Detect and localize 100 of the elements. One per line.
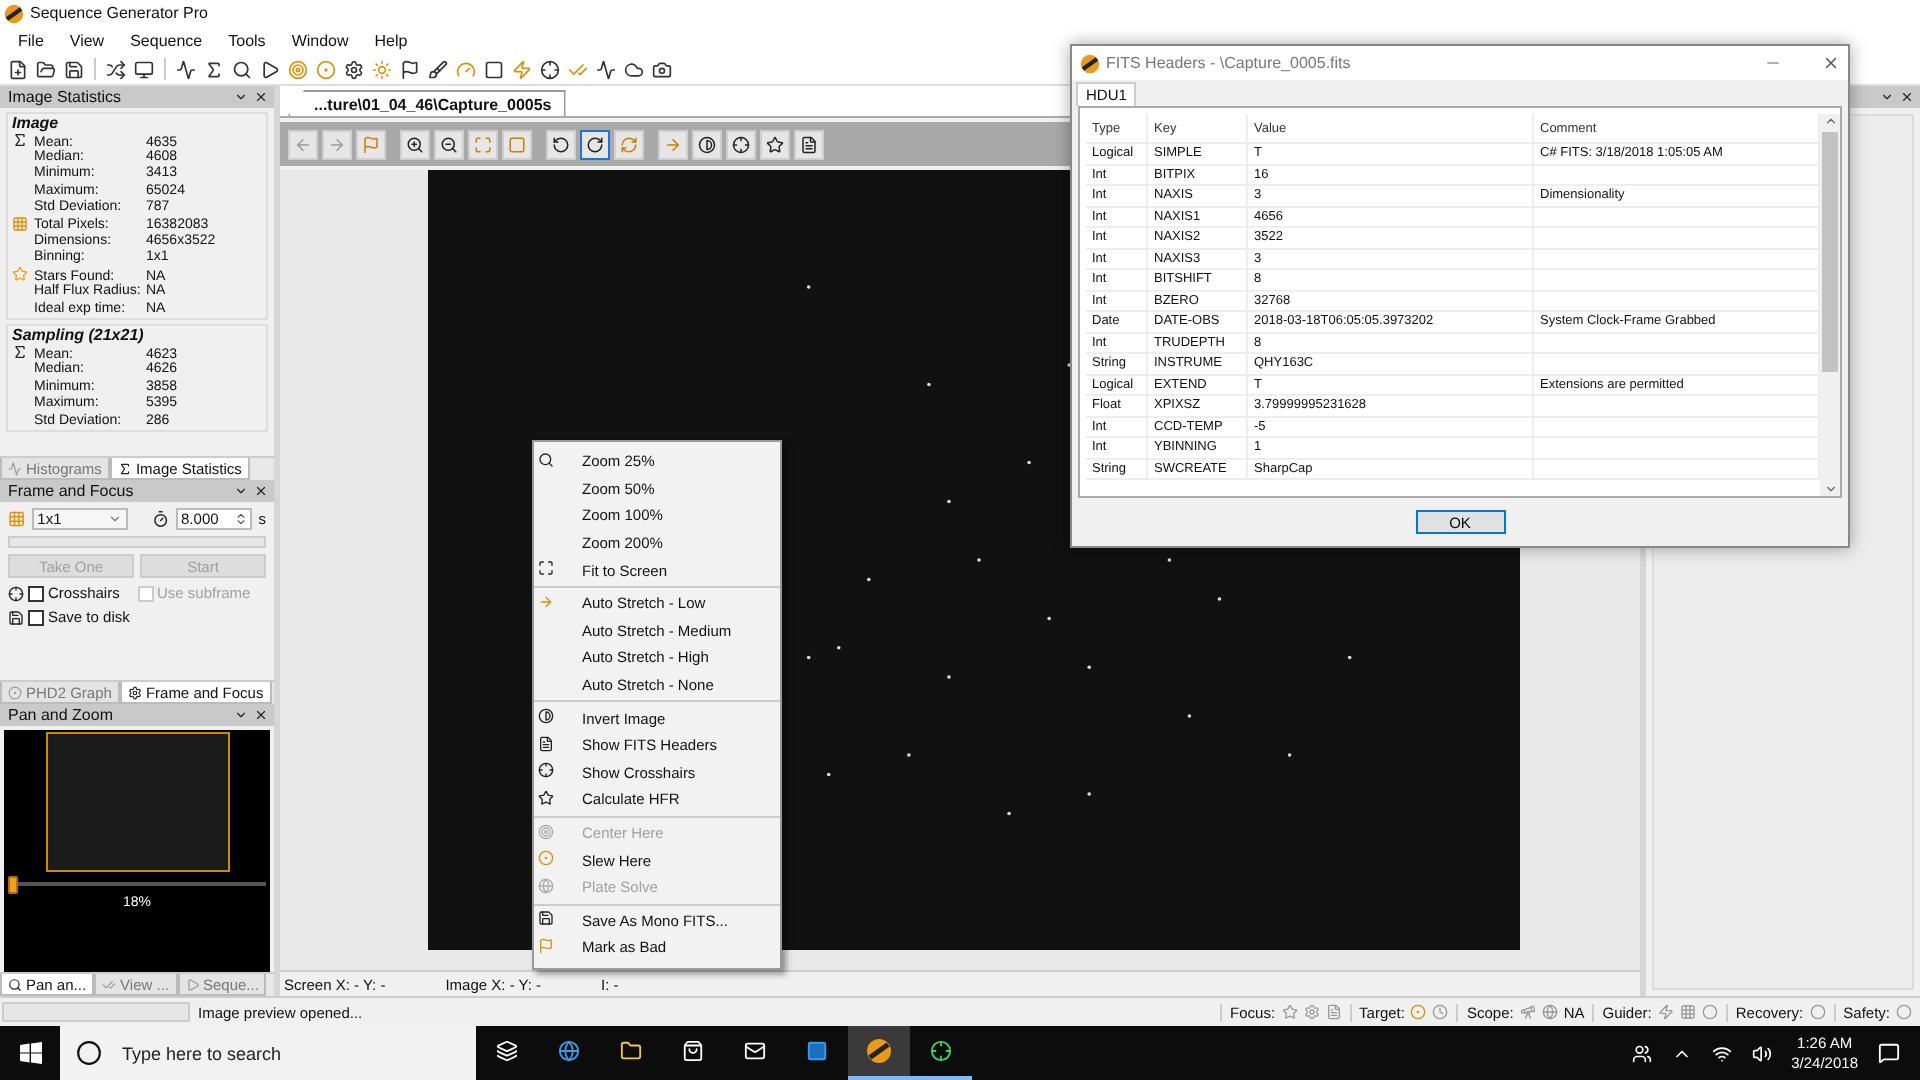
target-icon[interactable] (288, 59, 308, 79)
rotate-left-icon[interactable] (552, 135, 570, 153)
app-icon[interactable] (848, 1026, 910, 1080)
windows-logo-icon (19, 1042, 41, 1064)
menu-item[interactable]: Help (374, 31, 408, 49)
menu-item[interactable]: Window (291, 31, 349, 49)
flag-icon (538, 937, 554, 954)
chart-icon[interactable] (596, 59, 616, 79)
globe-icon (538, 877, 554, 894)
star-icon (1281, 1004, 1298, 1020)
circle-dot-icon[interactable] (316, 59, 336, 79)
search-icon[interactable] (232, 59, 252, 79)
menu-item[interactable]: File (18, 31, 44, 49)
square-icon[interactable] (484, 59, 504, 79)
section-title: Image (12, 114, 59, 132)
spinner-icon[interactable] (234, 512, 249, 526)
star-icon (12, 266, 28, 283)
zoom-in-icon[interactable] (406, 135, 424, 153)
zoom-slider[interactable] (8, 876, 266, 892)
zoom-out-icon[interactable] (440, 135, 458, 153)
star-button[interactable] (760, 129, 790, 159)
menu-item[interactable]: Sequence (130, 31, 203, 49)
zoom-out-button[interactable] (434, 129, 464, 159)
checkbox[interactable] (28, 585, 44, 601)
contrast-icon[interactable] (698, 135, 716, 153)
sigma-icon (117, 461, 132, 475)
section-title: Sampling (21x21) (12, 326, 144, 345)
people-icon[interactable] (1631, 1043, 1652, 1063)
play-icon[interactable] (260, 59, 280, 79)
circle-icon (1896, 1004, 1912, 1020)
globe-icon (1541, 1004, 1558, 1020)
search-field[interactable]: Type here to search (118, 1041, 458, 1065)
star-icon[interactable] (766, 135, 784, 153)
monitor-icon[interactable] (134, 59, 154, 79)
clock-icon (1432, 1004, 1449, 1020)
shuffle-icon[interactable] (106, 59, 126, 79)
sun-icon[interactable] (372, 59, 392, 79)
circle-dot-icon (1410, 1004, 1427, 1020)
target-icon (538, 823, 554, 840)
crosshair-icon (8, 585, 24, 601)
slider-thumb[interactable] (8, 876, 18, 894)
close-icon[interactable] (1822, 54, 1840, 72)
save-icon (8, 609, 24, 625)
brush-icon[interactable] (428, 59, 448, 79)
crosshair-icon[interactable] (732, 135, 750, 153)
camera-icon[interactable] (652, 59, 672, 79)
save-icon[interactable] (64, 59, 84, 79)
close-icon[interactable] (254, 708, 268, 722)
scroll-up-icon[interactable] (1823, 114, 1837, 128)
menu-item[interactable]: View (69, 31, 105, 49)
check-icon[interactable] (568, 59, 588, 79)
contrast-button[interactable] (692, 129, 722, 159)
check-icon (102, 977, 117, 991)
scroll-thumb[interactable] (1822, 132, 1838, 372)
fit-frame-icon (538, 560, 554, 577)
cloud-icon[interactable] (624, 59, 644, 79)
close-icon[interactable] (254, 90, 268, 104)
app-logo-icon (4, 3, 24, 23)
bolt-icon[interactable] (512, 59, 532, 79)
scroll-down-icon[interactable] (1823, 482, 1837, 496)
crosshair-icon[interactable] (540, 59, 560, 79)
chevron-down-icon[interactable] (108, 512, 123, 526)
menu-item[interactable]: Tools (228, 31, 266, 49)
folder-icon[interactable] (36, 59, 56, 79)
fit-frame-icon[interactable] (474, 135, 492, 153)
flag-icon[interactable] (400, 59, 420, 79)
close-icon[interactable] (1900, 90, 1914, 104)
rotate-left-button[interactable] (546, 129, 576, 159)
crosshair-button[interactable] (726, 129, 756, 159)
sigma-icon[interactable] (204, 59, 224, 79)
volume-icon[interactable] (1751, 1043, 1772, 1063)
page-button[interactable] (794, 129, 824, 159)
notification-icon[interactable] (1878, 1042, 1900, 1064)
checkbox[interactable] (28, 609, 44, 625)
dropdown-icon[interactable] (234, 708, 248, 722)
search-box[interactable]: Type here to search (60, 1026, 476, 1080)
gauge-icon[interactable] (456, 59, 476, 79)
dropdown-icon[interactable] (234, 484, 248, 498)
rotate-right-button[interactable] (580, 129, 610, 159)
dropdown-icon[interactable] (234, 90, 248, 104)
page-icon[interactable] (800, 135, 818, 153)
document-tab[interactable]: ...ture\01_04_46\Capture_0005s (288, 90, 566, 116)
telescope-icon (1519, 1004, 1536, 1020)
square-button[interactable] (502, 129, 532, 159)
zoom-in-button[interactable] (400, 129, 430, 159)
close-icon[interactable] (254, 484, 268, 498)
refresh-icon[interactable] (620, 135, 638, 153)
panel-title: Image Statistics (8, 88, 121, 106)
search-icon (538, 451, 554, 468)
network-icon[interactable] (1711, 1043, 1732, 1063)
play-icon (185, 977, 199, 991)
rotate-right-icon[interactable] (586, 135, 604, 153)
gear-icon[interactable] (344, 59, 364, 79)
sigma-icon (12, 132, 28, 148)
dropdown-icon[interactable] (1880, 90, 1894, 104)
panel-title: Pan and Zoom (8, 706, 113, 724)
search-icon (8, 977, 22, 991)
circle-dot-icon (538, 850, 554, 867)
new-file-icon[interactable] (8, 59, 28, 79)
search-circle-icon (76, 1040, 102, 1066)
